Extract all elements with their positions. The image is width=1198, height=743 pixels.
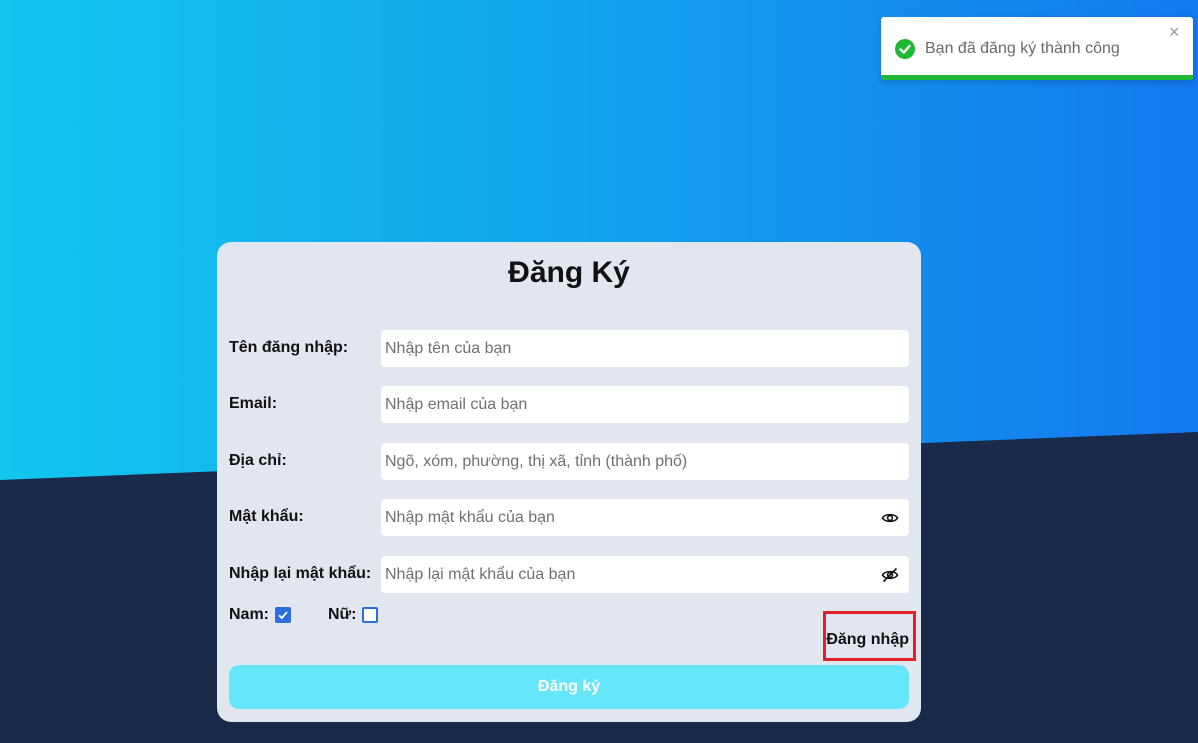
check-circle-icon (895, 39, 915, 59)
close-icon[interactable]: × (1169, 23, 1180, 41)
success-toast: Bạn đã đăng ký thành công × (881, 17, 1193, 80)
email-input[interactable] (381, 386, 909, 423)
email-label: Email: (229, 395, 278, 412)
register-button[interactable]: Đăng ký (229, 665, 909, 709)
address-input[interactable] (381, 443, 909, 480)
male-label: Nam: (229, 606, 270, 623)
toast-message: Bạn đã đăng ký thành công (925, 40, 1120, 57)
female-checkbox[interactable] (362, 607, 378, 623)
email-row: Email: (229, 386, 909, 423)
address-row: Địa chỉ: (229, 443, 909, 480)
confirm-password-label: Nhập lại mật khẩu: (229, 565, 372, 582)
page-title: Đăng Ký (508, 256, 630, 289)
register-card: Đăng Ký Tên đăng nhập: Email: Địa chỉ: M… (217, 242, 921, 722)
male-checkbox[interactable] (275, 607, 291, 623)
password-label: Mật khẩu: (229, 508, 304, 525)
login-link[interactable]: Đăng nhập (823, 611, 916, 661)
eye-off-icon[interactable] (881, 566, 899, 584)
username-row: Tên đăng nhập: (229, 330, 909, 367)
username-input[interactable] (381, 330, 909, 367)
confirm-password-input[interactable] (381, 556, 909, 593)
password-row: Mật khẩu: (229, 499, 909, 536)
username-label: Tên đăng nhập: (229, 339, 349, 356)
confirm-password-row: Nhập lại mật khẩu: (229, 556, 909, 593)
eye-icon[interactable] (881, 509, 899, 527)
address-label: Địa chỉ: (229, 452, 287, 469)
password-input[interactable] (381, 499, 909, 536)
female-label: Nữ: (328, 606, 357, 623)
toast-progress-bar (881, 75, 1193, 80)
